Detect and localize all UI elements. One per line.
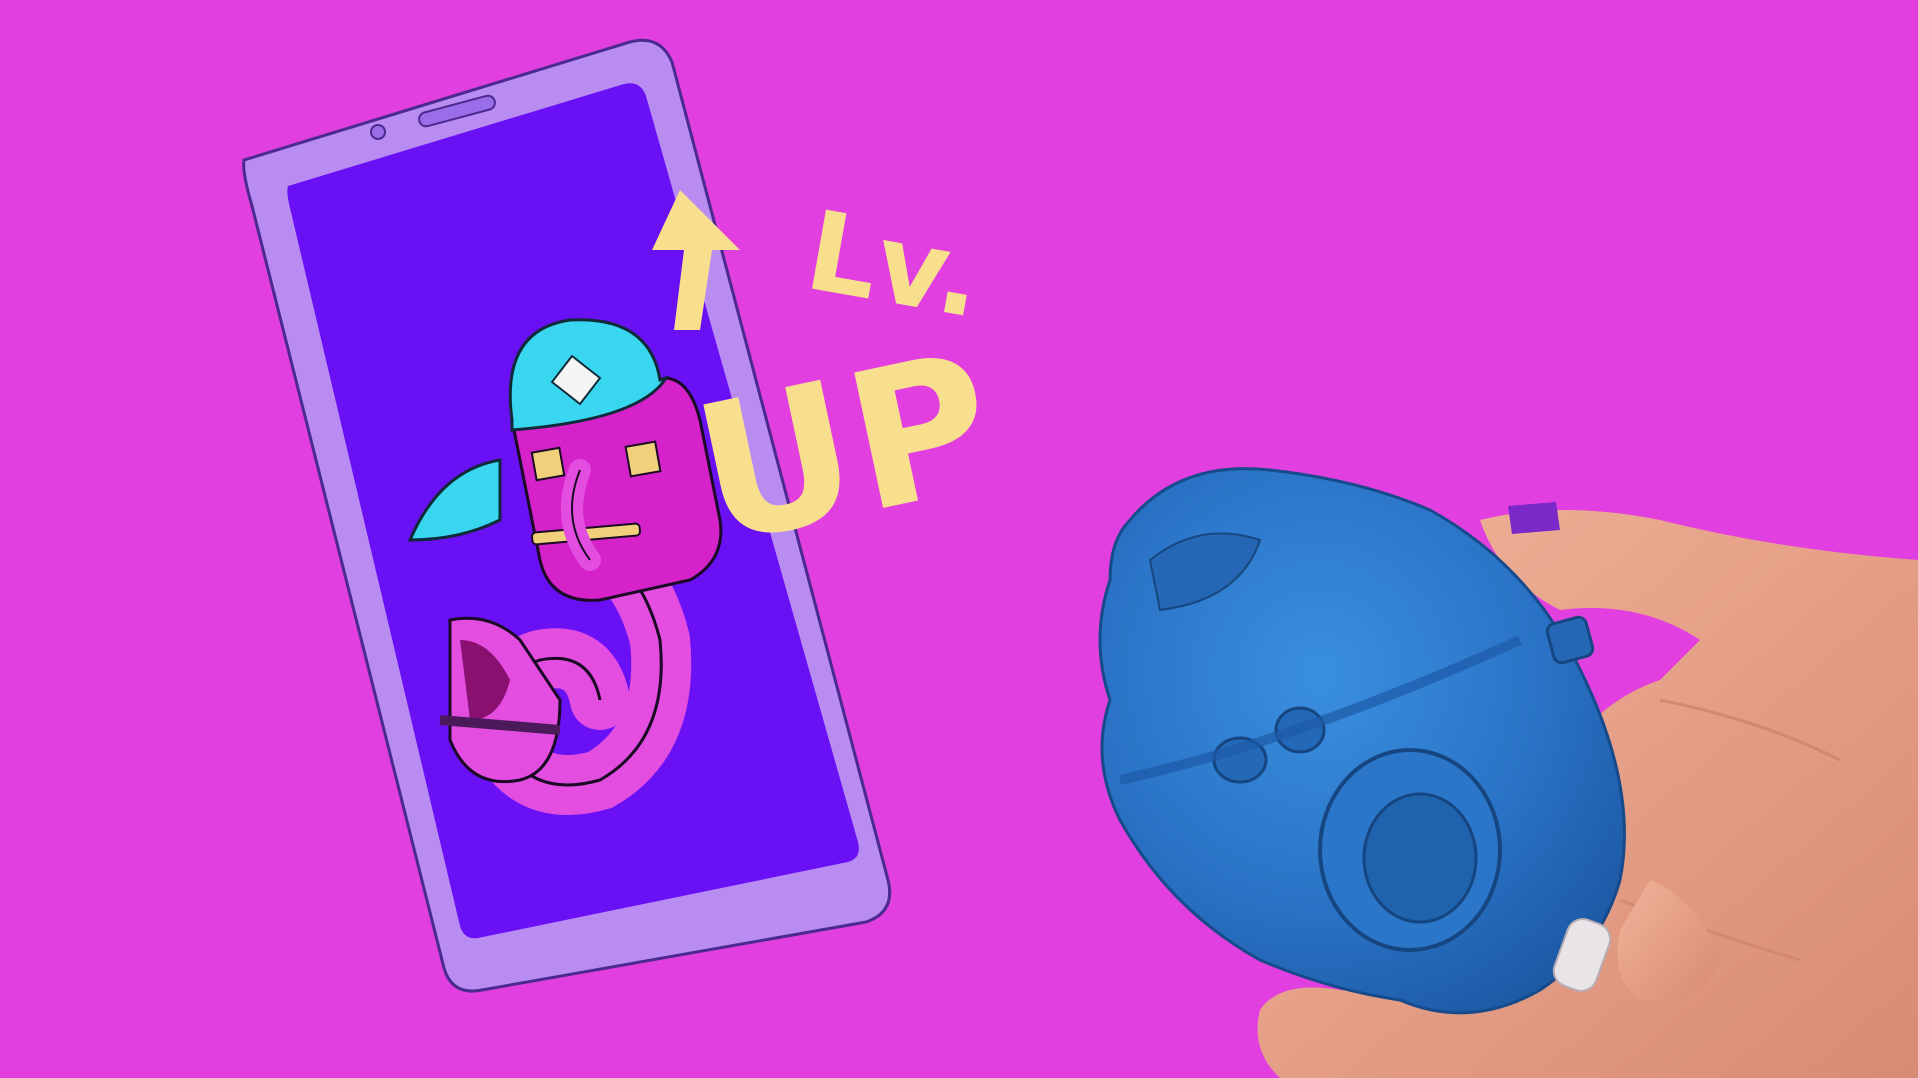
phone-camera-icon bbox=[370, 124, 386, 140]
creature-eye-right bbox=[624, 440, 662, 478]
ring bbox=[1508, 502, 1560, 534]
scene-canvas: Lv. UP bbox=[0, 0, 1918, 1078]
creature-eye-left bbox=[530, 446, 566, 482]
